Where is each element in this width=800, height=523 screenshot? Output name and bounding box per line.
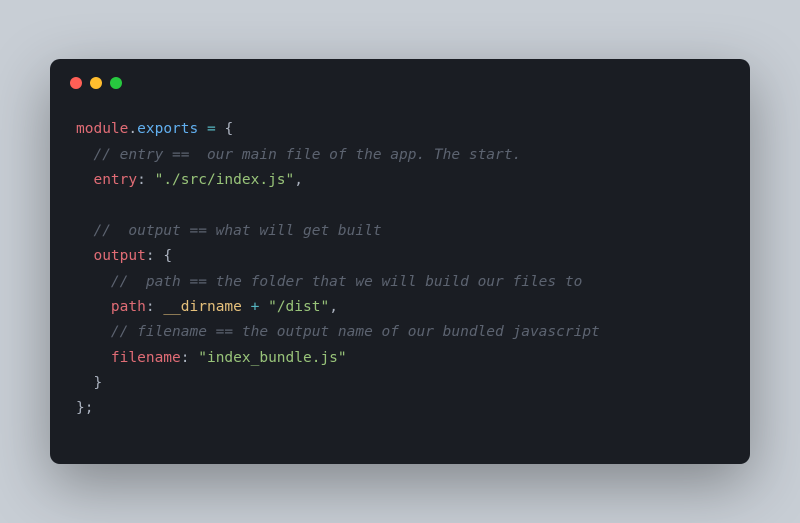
token-brace: } bbox=[93, 375, 102, 391]
code-window: module.exports = { // entry == our main … bbox=[50, 59, 750, 464]
token-colon: : bbox=[181, 350, 198, 366]
token-brace: { bbox=[163, 248, 172, 264]
token-string: "index_bundle.js" bbox=[198, 350, 346, 366]
token-indent bbox=[76, 274, 111, 290]
token-comment: // filename == the output name of our bu… bbox=[111, 324, 600, 340]
code-line: // filename == the output name of our bu… bbox=[76, 324, 600, 340]
token-key: entry bbox=[93, 172, 137, 188]
token-indent bbox=[76, 223, 93, 239]
token-indent bbox=[76, 248, 93, 264]
token-comma: , bbox=[329, 299, 338, 315]
token-dot: . bbox=[128, 121, 137, 137]
token-key: filename bbox=[111, 350, 181, 366]
close-icon[interactable] bbox=[70, 77, 82, 89]
token-indent bbox=[76, 299, 111, 315]
code-line: path: __dirname + "/dist", bbox=[76, 299, 338, 315]
token-key: path bbox=[111, 299, 146, 315]
code-line: module.exports = { bbox=[76, 121, 233, 137]
maximize-icon[interactable] bbox=[110, 77, 122, 89]
token-colon: : bbox=[146, 248, 163, 264]
token-dirname: __dirname bbox=[163, 299, 242, 315]
token-exports: exports bbox=[137, 121, 198, 137]
token-comment: // entry == our main file of the app. Th… bbox=[93, 147, 521, 163]
token-brace: { bbox=[224, 121, 233, 137]
code-line: } bbox=[76, 375, 102, 391]
token-colon: : bbox=[146, 299, 163, 315]
titlebar bbox=[50, 59, 750, 97]
code-block: module.exports = { // entry == our main … bbox=[50, 97, 750, 432]
token-equals: = bbox=[198, 121, 224, 137]
token-indent bbox=[76, 350, 111, 366]
token-comment: // output == what will get built bbox=[93, 223, 381, 239]
code-line: // entry == our main file of the app. Th… bbox=[76, 147, 521, 163]
token-indent bbox=[76, 324, 111, 340]
token-key: output bbox=[93, 248, 145, 264]
token-indent bbox=[76, 172, 93, 188]
code-line: entry: "./src/index.js", bbox=[76, 172, 303, 188]
code-line: // output == what will get built bbox=[76, 223, 382, 239]
token-module: module bbox=[76, 121, 128, 137]
token-indent bbox=[76, 375, 93, 391]
token-comma: , bbox=[294, 172, 303, 188]
token-string: "/dist" bbox=[268, 299, 329, 315]
token-indent bbox=[76, 147, 93, 163]
token-brace: }; bbox=[76, 400, 93, 416]
token-plus: + bbox=[242, 299, 268, 315]
token-string: "./src/index.js" bbox=[155, 172, 295, 188]
code-line: output: { bbox=[76, 248, 172, 264]
code-line: // path == the folder that we will build… bbox=[76, 274, 582, 290]
minimize-icon[interactable] bbox=[90, 77, 102, 89]
token-colon: : bbox=[137, 172, 154, 188]
code-line: filename: "index_bundle.js" bbox=[76, 350, 347, 366]
token-comment: // path == the folder that we will build… bbox=[111, 274, 582, 290]
code-line: }; bbox=[76, 400, 93, 416]
